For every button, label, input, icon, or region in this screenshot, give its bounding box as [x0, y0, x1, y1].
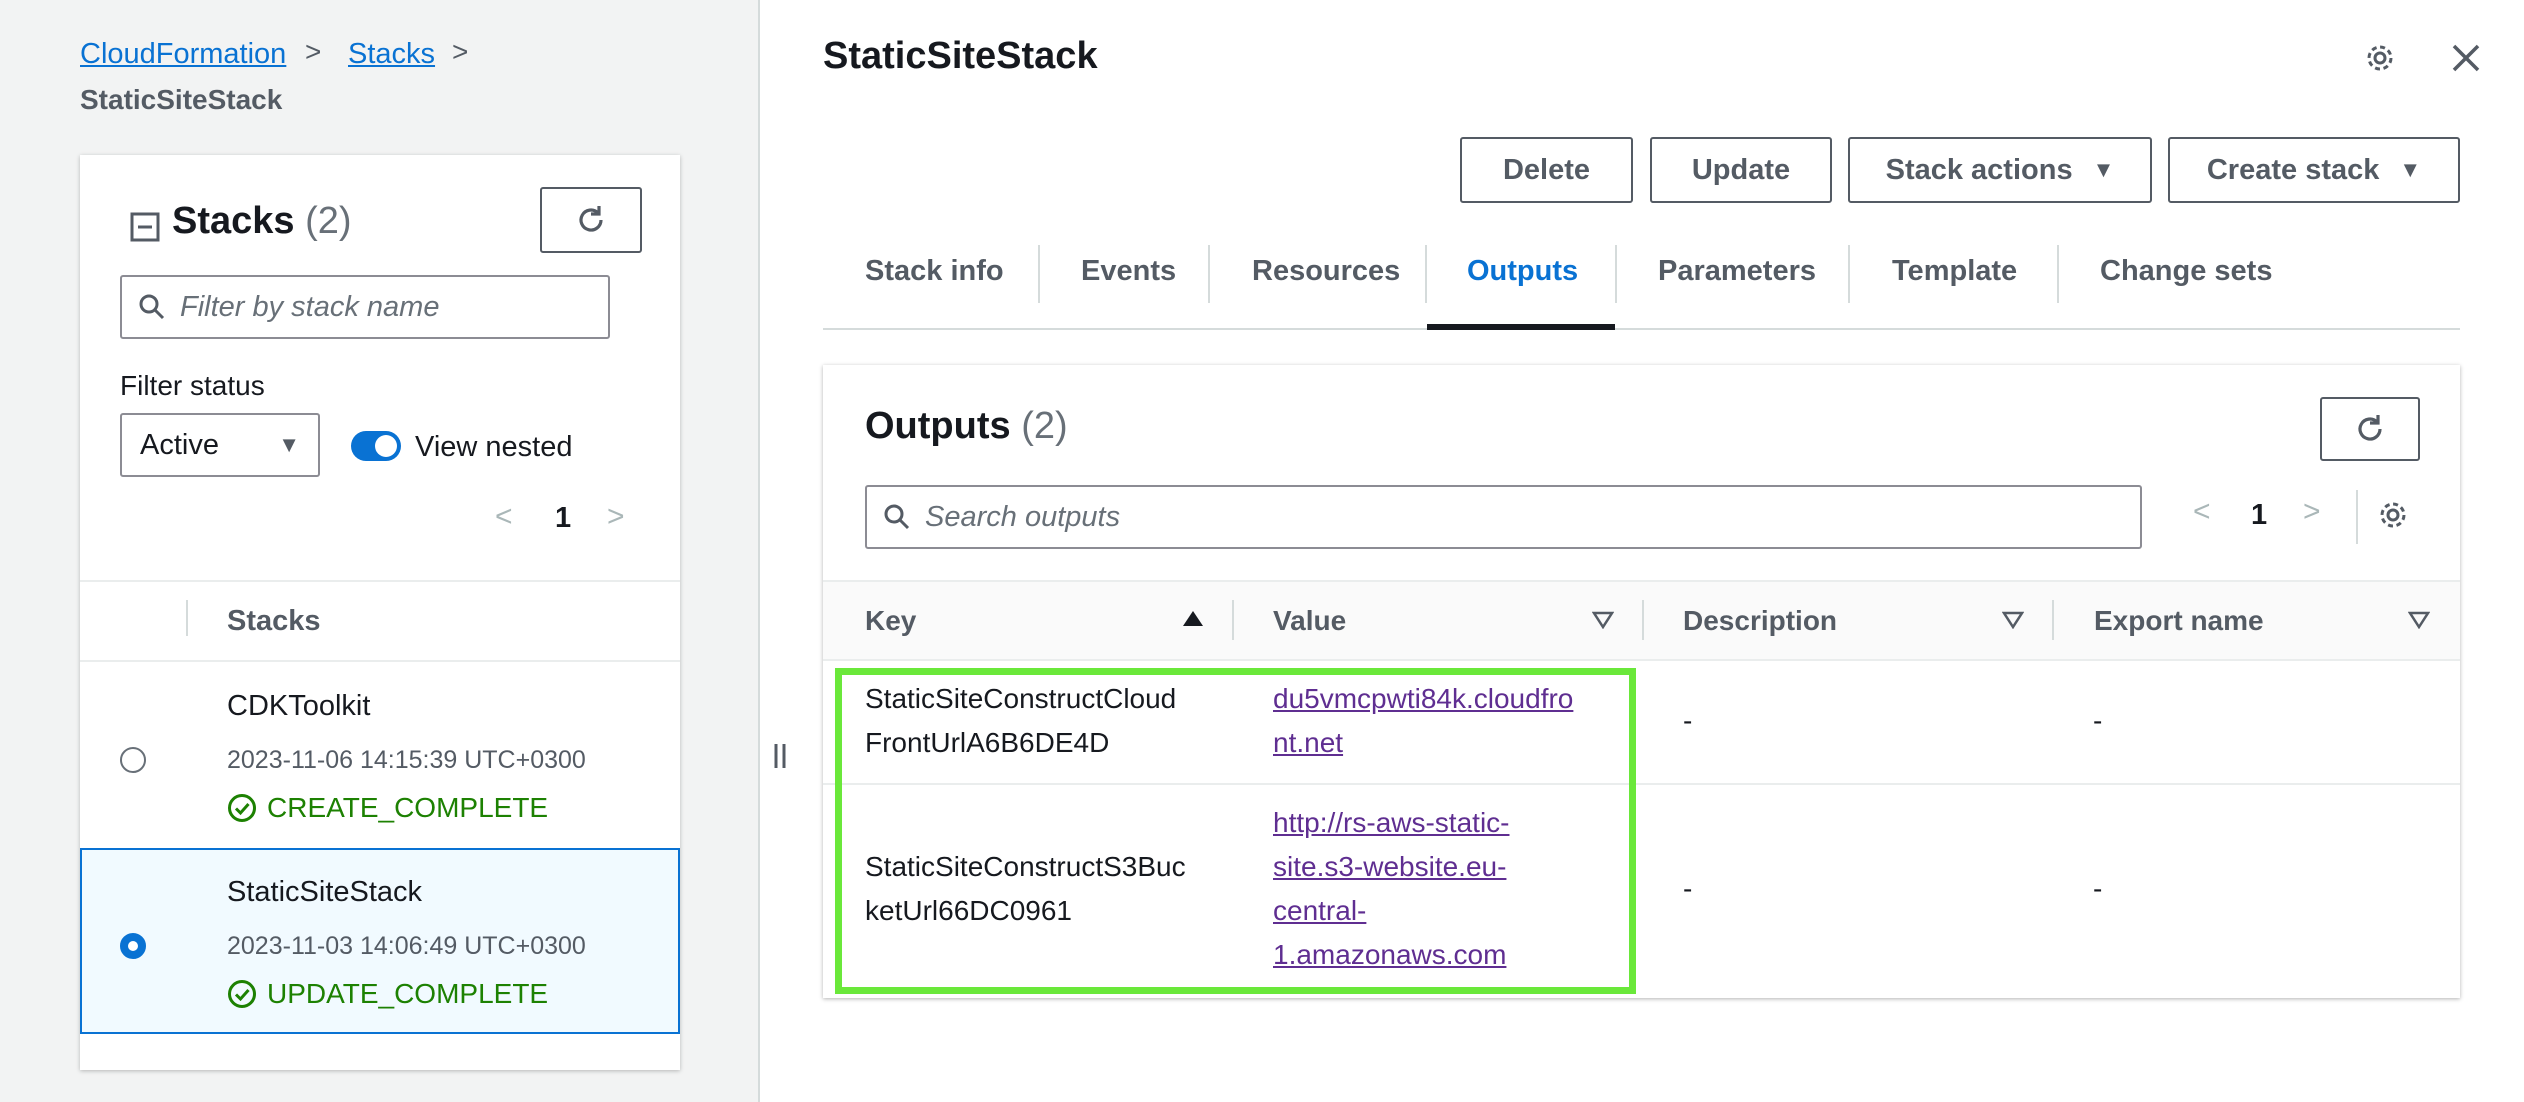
view-nested-label: View nested — [415, 431, 573, 463]
divider — [1848, 245, 1850, 303]
stack-date: 2023-11-06 14:15:39 UTC+0300 — [227, 746, 586, 774]
filter-status-value: Active — [140, 428, 219, 461]
outputs-title: Outputs (2) — [865, 405, 1068, 447]
breadcrumb-current: StaticSiteStack — [80, 84, 283, 115]
column-header-description[interactable]: Description — [1683, 605, 1837, 637]
caret-down-icon: ▼ — [278, 432, 300, 457]
divider — [1208, 245, 1210, 303]
refresh-icon — [579, 206, 603, 232]
divider — [1642, 600, 1644, 640]
stack-radio[interactable] — [120, 933, 146, 959]
tab-outputs[interactable]: Outputs — [1467, 255, 1578, 288]
resize-handle-icon[interactable] — [772, 742, 788, 770]
stack-name[interactable]: StaticSiteStack — [227, 876, 422, 909]
active-tab-indicator — [1427, 324, 1615, 330]
refresh-outputs-button[interactable] — [2320, 397, 2420, 461]
filter-status-select[interactable]: Active ▼ — [120, 413, 320, 477]
view-nested-toggle[interactable] — [351, 431, 401, 461]
filter-placeholder: Filter by stack name — [180, 290, 440, 323]
divider — [80, 580, 680, 582]
highlight-box — [835, 668, 1636, 994]
stack-actions-button[interactable]: Stack actions ▼ — [1848, 137, 2152, 203]
gear-icon[interactable] — [2362, 40, 2398, 76]
page-title: StaticSiteStack — [823, 35, 1098, 77]
tab-resources[interactable]: Resources — [1252, 255, 1400, 288]
search-icon — [884, 504, 910, 530]
stack-radio[interactable] — [120, 747, 146, 773]
divider — [2356, 490, 2358, 544]
caret-down-icon: ▼ — [2399, 157, 2422, 182]
stack-row-selected[interactable]: StaticSiteStack 2023-11-03 14:06:49 UTC+… — [80, 848, 680, 1034]
stacks-card: Stacks (2) Filter by stack name Filter s… — [80, 155, 680, 1070]
output-description: - — [1683, 873, 1693, 904]
previous-page-icon[interactable]: < — [495, 500, 513, 534]
stacks-column-header: Stacks — [227, 605, 321, 637]
column-header-value[interactable]: Value — [1273, 605, 1346, 637]
stacks-title: Stacks (2) — [172, 200, 352, 242]
success-icon — [228, 980, 256, 1008]
tab-events[interactable]: Events — [1081, 255, 1176, 288]
divider — [2057, 245, 2059, 303]
stack-name[interactable]: CDKToolkit — [227, 690, 370, 723]
divider — [2052, 600, 2054, 640]
breadcrumb-chevron-icon: > — [452, 36, 469, 67]
filter-status-label: Filter status — [120, 370, 265, 401]
output-description: - — [1683, 705, 1693, 736]
column-header-export-name[interactable]: Export name — [2094, 605, 2264, 637]
output-export-name: - — [2093, 873, 2103, 904]
filter-stack-input[interactable]: Filter by stack name — [120, 275, 610, 339]
search-placeholder: Search outputs — [925, 500, 1121, 533]
tab-change-sets[interactable]: Change sets — [2100, 255, 2272, 288]
tab-parameters[interactable]: Parameters — [1658, 255, 1816, 288]
output-export-name: - — [2093, 705, 2103, 736]
tabs-underline — [823, 328, 2460, 330]
divider — [186, 600, 188, 636]
table-settings-gear-icon[interactable] — [2375, 497, 2411, 533]
outputs-count: (2) — [1021, 405, 1068, 447]
next-page-icon[interactable]: > — [607, 500, 625, 534]
page-number[interactable]: 1 — [2251, 499, 2267, 532]
sort-ascending-icon[interactable] — [1183, 611, 1203, 626]
stack-row[interactable]: CDKToolkit 2023-11-06 14:15:39 UTC+0300 … — [80, 662, 680, 848]
collapse-icon[interactable] — [130, 212, 160, 242]
stack-date: 2023-11-03 14:06:49 UTC+0300 — [227, 932, 586, 960]
tab-stack-info[interactable]: Stack info — [865, 255, 1004, 288]
stacks-count: (2) — [305, 200, 352, 242]
search-outputs-input[interactable]: Search outputs — [865, 485, 2142, 549]
sort-icon[interactable] — [1592, 611, 1614, 629]
previous-page-icon[interactable]: < — [2193, 495, 2211, 529]
sort-icon[interactable] — [2408, 611, 2430, 629]
refresh-icon — [2358, 415, 2382, 441]
success-icon — [228, 794, 256, 822]
stack-status: UPDATE_COMPLETE — [227, 978, 548, 1010]
create-stack-button[interactable]: Create stack ▼ — [2168, 137, 2460, 203]
sort-icon[interactable] — [2002, 611, 2024, 629]
column-header-key[interactable]: Key — [865, 605, 916, 637]
breadcrumb-stacks[interactable]: Stacks — [348, 38, 435, 71]
divider — [1615, 245, 1617, 303]
caret-down-icon: ▼ — [2092, 157, 2115, 182]
page-number[interactable]: 1 — [555, 502, 571, 535]
divider — [1038, 245, 1040, 303]
divider — [1425, 245, 1427, 303]
tab-template[interactable]: Template — [1892, 255, 2017, 288]
breadcrumb-chevron-icon: > — [305, 36, 322, 67]
update-button[interactable]: Update — [1650, 137, 1832, 203]
delete-button[interactable]: Delete — [1460, 137, 1633, 203]
stacks-navigation-panel: CloudFormation > Stacks > StaticSiteStac… — [0, 0, 760, 1102]
close-icon[interactable] — [2450, 42, 2482, 74]
breadcrumb-cloudformation[interactable]: CloudFormation — [80, 38, 286, 71]
search-icon — [139, 294, 165, 320]
divider — [1232, 600, 1234, 640]
stack-status: CREATE_COMPLETE — [227, 792, 548, 824]
refresh-stacks-button[interactable] — [540, 187, 642, 253]
next-page-icon[interactable]: > — [2303, 495, 2321, 529]
